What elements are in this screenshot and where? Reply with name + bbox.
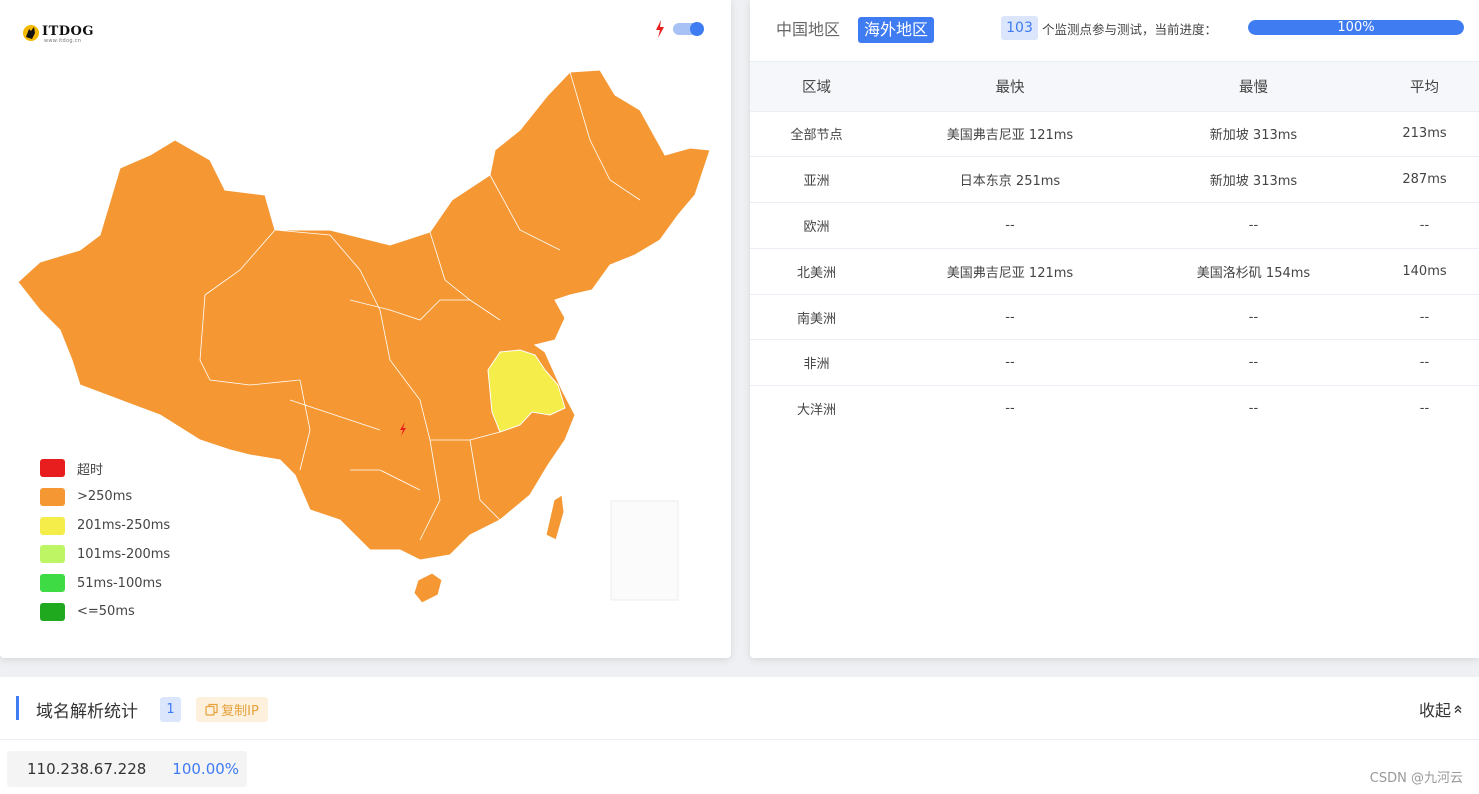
ip-percentage: 100.00% [172,760,240,778]
cell-average: 287ms [1370,156,1479,204]
legend-item-201-250[interactable]: 201ms-250ms [40,515,170,537]
cell-region: 非洲 [750,339,883,387]
resolved-ip-chip[interactable]: 110.238.67.228 100.00% [7,751,247,787]
collapse-button[interactable]: 收起 [1419,697,1463,721]
progress-label: 100% [1337,20,1375,35]
cell-slowest: 新加坡 313ms [1137,156,1370,204]
copy-ip-button[interactable]: 复制IP [196,697,268,722]
cell-slowest: -- [1137,202,1370,249]
col-header-region[interactable]: 区域 [750,62,883,112]
legend-label: 101ms-200ms [77,546,171,562]
cell-fastest: 美国弗吉尼亚 121ms [883,111,1137,158]
legend-swatch [40,545,65,564]
legend-swatch [40,602,65,621]
monitor-count-badge: 103 [1001,16,1038,40]
legend-label: <=50ms [77,604,135,620]
col-header-slowest[interactable]: 最慢 [1137,62,1370,112]
legend-item-timeout[interactable]: 超时 [40,457,170,479]
legend-label: >250ms [77,489,133,505]
cell-average: -- [1370,339,1479,387]
cell-region: 全部节点 [750,111,883,158]
collapse-label: 收起 [1418,701,1451,720]
legend-item-gt250[interactable]: >250ms [40,486,170,508]
cell-region: 南美洲 [750,294,883,341]
legend-swatch [40,487,65,506]
legend-label: 超时 [77,462,104,478]
cell-average: 213ms [1370,111,1479,158]
col-header-average[interactable]: 平均 [1370,62,1479,112]
cell-average: -- [1370,294,1479,341]
table-header-row: 区域 最快 最慢 平均 [750,62,1479,112]
cell-fastest: -- [883,339,1137,387]
ip-count-badge: 1 [160,697,181,722]
cell-average: -- [1370,202,1479,249]
cell-slowest: -- [1137,339,1370,387]
cell-slowest: -- [1137,294,1370,341]
map-south-china-sea-inset [610,500,679,601]
region-stats-card: 中国地区 海外地区 103 个监测点参与测试，当前进度： 100% 区域 最快 … [750,0,1479,658]
map-region-hainan[interactable] [413,572,443,604]
region-stats-table: 区域 最快 最慢 平均 全部节点 美国弗吉尼亚 121ms 新加坡 313ms … [750,62,1479,432]
legend-label: 201ms-250ms [77,518,171,534]
cell-region: 大洋洲 [796,403,836,419]
table-row: 大洋洲 -- -- -- [750,386,1479,432]
copy-ip-label: 复制IP [221,704,259,719]
map-card: ITDOG www.itdog.cn 超时 >250ms 201ms-250ms… [0,0,731,658]
legend-item-51-100[interactable]: 51ms-100ms [40,572,170,594]
ip-address: 110.238.67.228 [27,760,147,778]
stats-header: 中国地区 海外地区 103 个监测点参与测试，当前进度： 100% [750,0,1479,62]
cell-slowest: 新加坡 313ms [1137,111,1370,158]
map-region-taiwan[interactable] [545,494,565,541]
legend-swatch [40,516,65,535]
progress-caption: 个监测点参与测试，当前进度： [1042,22,1218,37]
legend-item-101-200[interactable]: 101ms-200ms [40,543,170,565]
csdn-watermark: CSDN @九河云 [1369,771,1463,786]
cell-fastest: -- [883,202,1137,249]
table-row: 非洲 -- -- -- [750,339,1479,387]
legend-swatch [40,574,65,593]
chevron-double-up-icon [1454,705,1462,713]
tab-china-region[interactable]: 中国地区 [770,17,846,43]
section-accent-bar [16,696,19,720]
copy-icon [205,703,218,716]
cell-region: 欧洲 [750,202,883,249]
progress-bar: 100% [1248,20,1464,35]
col-header-fastest[interactable]: 最快 [883,62,1137,112]
cell-slowest: -- [1248,401,1259,417]
cell-slowest: 美国洛杉矶 154ms [1137,248,1370,295]
table-row: 南美洲 -- -- -- [750,294,1479,341]
map-legend: 超时 >250ms 201ms-250ms 101ms-200ms 51ms-1… [40,457,170,630]
cell-region: 亚洲 [750,156,883,204]
cell-fastest: 美国弗吉尼亚 121ms [883,248,1137,295]
cell-region: 北美洲 [750,248,883,295]
cell-fastest: -- [883,294,1137,341]
table-row: 亚洲 日本东京 251ms 新加坡 313ms 287ms [750,156,1479,204]
table-row: 北美洲 美国弗吉尼亚 121ms 美国洛杉矶 154ms 140ms [750,248,1479,295]
cell-average: -- [1419,401,1430,417]
cell-average: 140ms [1370,248,1479,295]
legend-swatch [40,459,65,477]
dns-stats-header: 域名解析统计 1 复制IP 收起 [0,677,1479,740]
legend-item-le50[interactable]: <=50ms [40,601,170,623]
section-title: 域名解析统计 [36,702,138,722]
cell-fastest: 日本东京 251ms [883,156,1137,204]
table-row: 欧洲 -- -- -- [750,202,1479,249]
table-row: 全部节点 美国弗吉尼亚 121ms 新加坡 313ms 213ms [750,111,1479,158]
legend-label: 51ms-100ms [77,575,162,591]
cell-fastest: -- [1005,401,1015,417]
dns-stats-section: 域名解析统计 1 复制IP 收起 110.238.67.228 100.00% … [0,677,1479,794]
tab-overseas-region[interactable]: 海外地区 [858,17,935,43]
